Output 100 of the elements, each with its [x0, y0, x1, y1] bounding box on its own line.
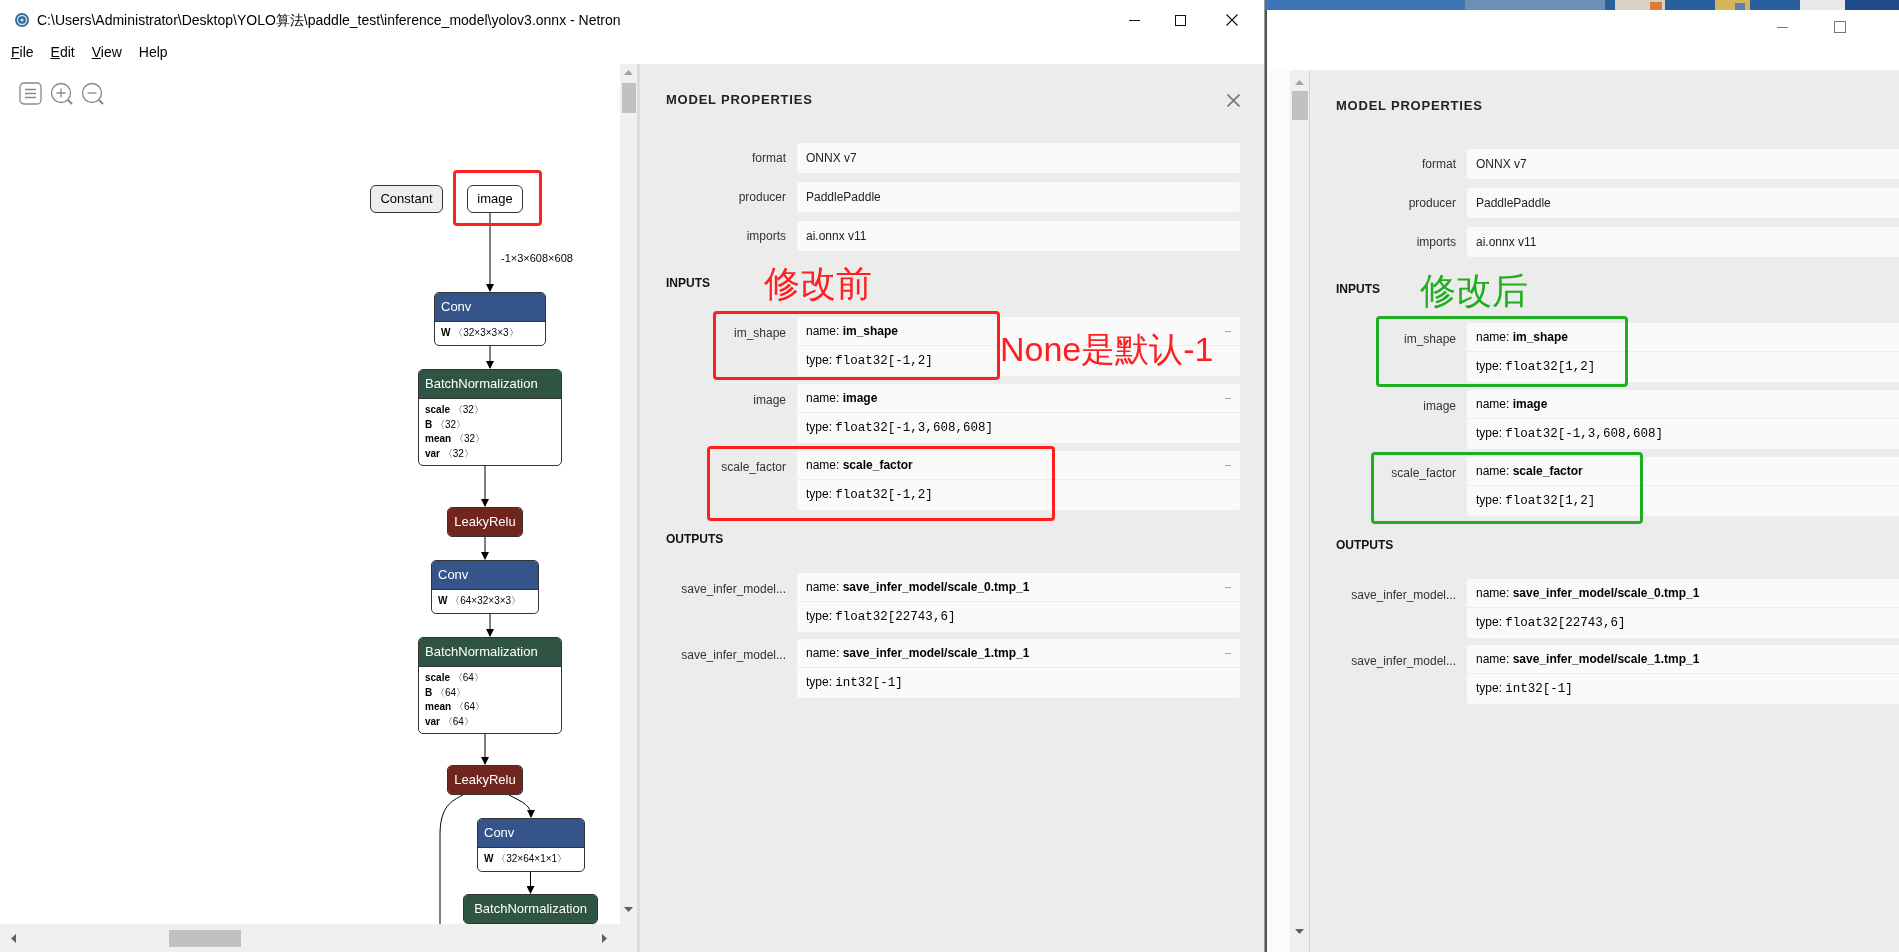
panel-title: MODEL PROPERTIES: [666, 91, 813, 110]
zoom-out-button[interactable]: [81, 82, 104, 105]
zoom-in-button[interactable]: [50, 82, 73, 105]
scroll-down-button[interactable]: [624, 907, 633, 912]
node-attribute: scale 〈32〉: [425, 403, 485, 417]
graph-node[interactable]: BatchNormalization: [463, 894, 598, 924]
node-title: BatchNormalization: [425, 643, 538, 662]
node-title: Conv: [438, 566, 469, 585]
node-title: BatchNormalization: [425, 375, 538, 394]
scrollbar[interactable]: [1290, 70, 1310, 952]
section-heading: INPUTS: [1336, 281, 1380, 298]
maximize-icon: [1174, 14, 1186, 26]
node-title: BatchNormalization: [474, 900, 587, 919]
io-type: type: int32[-1]: [806, 674, 903, 693]
scrollbar[interactable]: [0, 924, 637, 952]
annotation-text: None是默认-1: [1000, 332, 1214, 366]
scroll-left-button[interactable]: [11, 933, 16, 943]
app-icon: [14, 12, 30, 28]
io-label: save_infer_model...: [1350, 587, 1456, 604]
io-type: type: float32[-1,2]: [806, 352, 933, 371]
node-title: LeakyRelu: [454, 513, 516, 532]
io-label: save_infer_model...: [1350, 653, 1456, 670]
section-heading: OUTPUTS: [1336, 537, 1394, 554]
node-attribute: mean 〈32〉: [425, 432, 487, 446]
io-name: name: image: [806, 390, 878, 407]
scrollbar[interactable]: [620, 64, 637, 924]
input-node[interactable]: image: [467, 185, 523, 213]
edge-label: -1×3×608×608: [501, 251, 573, 266]
io-name: name: im_shape: [1476, 329, 1569, 346]
io-name: name: im_shape: [806, 323, 899, 340]
menu-item[interactable]: File: [4, 41, 41, 63]
edge-arrow: [481, 465, 489, 507]
property-value: ONNX v7: [1467, 149, 1899, 179]
menu-item[interactable]: Help: [131, 41, 175, 63]
scroll-up-button[interactable]: [624, 70, 633, 75]
scroll-right-button[interactable]: [602, 933, 607, 943]
scroll-up-button[interactable]: [1295, 80, 1304, 85]
node-attribute: scale 〈64〉: [425, 671, 485, 685]
scrollbar-thumb[interactable]: [1291, 91, 1308, 120]
io-name: name: save_infer_model/scale_1.tmp_1: [806, 645, 1030, 662]
io-name: name: save_infer_model/scale_0.tmp_1: [806, 579, 1030, 596]
property-value: PaddlePaddle: [1467, 188, 1899, 218]
property-value: ONNX v7: [797, 143, 1240, 173]
close-button[interactable]: [1227, 93, 1240, 107]
io-type: type: float32[22743,6]: [806, 608, 956, 627]
scrollbar-thumb[interactable]: [621, 83, 636, 113]
close-icon: [1226, 14, 1238, 26]
io-label: scale_factor: [720, 459, 786, 476]
property-label: imports: [1415, 234, 1456, 251]
io-label: im_shape: [1402, 331, 1456, 348]
property-value: ai.onnx v11: [797, 221, 1240, 251]
constant-node[interactable]: Constant: [370, 185, 443, 213]
edge-arrow: [481, 536, 489, 560]
maximize-icon: [1834, 21, 1846, 33]
section-heading: OUTPUTS: [666, 531, 724, 548]
graph-node[interactable]: BatchNormalization scale 〈64〉 B 〈64〉 mean 〈64〉 var 〈64〉: [418, 637, 562, 734]
node-title: LeakyRelu: [454, 771, 516, 790]
io-label: scale_factor: [1390, 465, 1456, 482]
io-name: name: scale_factor: [806, 457, 913, 474]
node-title: Conv: [441, 298, 472, 317]
io-type: type: float32[-1,2]: [806, 486, 933, 505]
menu-item[interactable]: View: [84, 41, 129, 63]
io-name: name: image: [1476, 396, 1548, 413]
edge-arrow: [486, 613, 494, 637]
node-attribute: W 〈64×32×3×3〉: [438, 594, 523, 608]
section-heading: INPUTS: [666, 275, 710, 292]
graph-node[interactable]: Conv W 〈32×64×1×1〉: [477, 818, 585, 872]
scrollbar-thumb[interactable]: [169, 929, 241, 947]
graph-node[interactable]: BatchNormalization scale 〈32〉 B 〈32〉 mean 〈32〉 var 〈32〉: [418, 369, 562, 466]
io-type: type: float32[1,2]: [1476, 358, 1596, 377]
graph-node[interactable]: LeakyRelu: [447, 765, 523, 795]
edge-arrow: [526, 871, 535, 894]
io-label: save_infer_model...: [680, 647, 786, 664]
graph-node[interactable]: Conv W 〈64×32×3×3〉: [431, 560, 539, 614]
io-type: type: float32[1,2]: [1476, 492, 1596, 511]
io-label: save_infer_model...: [680, 581, 786, 598]
io-label: image: [752, 392, 786, 409]
io-name: name: save_infer_model/scale_0.tmp_1: [1476, 585, 1700, 602]
node-attribute: W 〈32×3×3×3〉: [441, 326, 520, 340]
property-label: producer: [1407, 195, 1456, 212]
property-label: producer: [737, 189, 786, 206]
minimize-icon: [1128, 19, 1140, 21]
property-label: imports: [745, 228, 786, 245]
property-value: PaddlePaddle: [797, 182, 1240, 212]
io-type: type: float32[-1,3,608,608]: [806, 419, 993, 438]
menu-item[interactable]: Edit: [43, 41, 82, 63]
node-title: Conv: [484, 824, 515, 843]
graph-node[interactable]: Conv W 〈32×3×3×3〉: [434, 292, 546, 346]
panel-title: MODEL PROPERTIES: [1336, 97, 1483, 116]
property-value: ai.onnx v11: [1467, 227, 1899, 257]
scroll-down-button[interactable]: [1295, 929, 1304, 934]
graph-node[interactable]: LeakyRelu: [447, 507, 523, 537]
io-type: type: float32[-1,3,608,608]: [1476, 425, 1663, 444]
annotation-text: 修改后: [1420, 273, 1528, 309]
window-title: C:\Users\Administrator\Desktop\YOLO算法\paddle_test\inference_model\yolov3.onnx - Netron: [37, 10, 621, 30]
node-attribute: B 〈32〉: [425, 417, 468, 432]
node-attribute: W 〈32×64×1×1〉: [484, 852, 569, 866]
sidebar-button[interactable]: [19, 82, 42, 105]
io-type: type: float32[22743,6]: [1476, 614, 1626, 633]
property-label: format: [1421, 156, 1456, 173]
